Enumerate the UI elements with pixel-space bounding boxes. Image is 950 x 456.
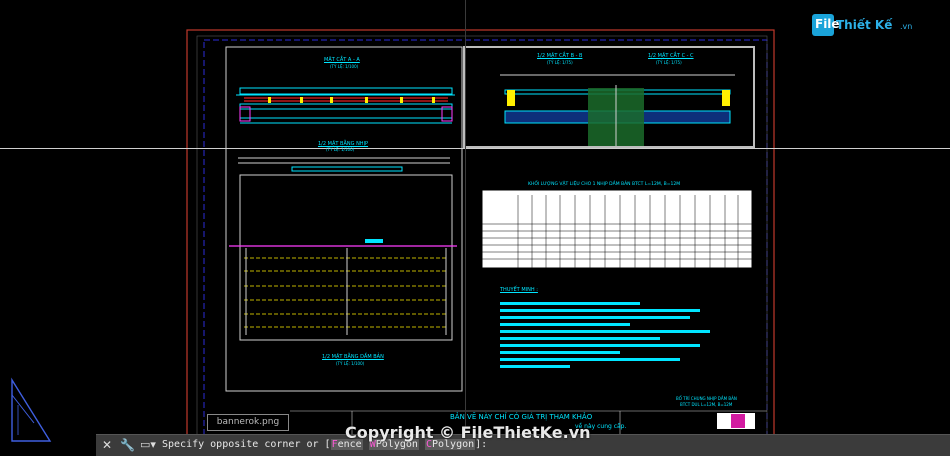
copyright-watermark: Copyright © FileThietKe.vn	[345, 423, 591, 442]
table-title: KHỐI LƯỢNG VẬT LIỆU CHO 1 NHỊP DẦM BẢN B…	[528, 182, 681, 187]
section-cc-scale: (TỶ LỆ: 1/75)	[656, 60, 682, 65]
customize-icon[interactable]: 🔧	[120, 438, 135, 452]
section-bb-title: 1/2 MẶT CẮT B - B	[537, 53, 583, 59]
section-aa-title: MẶT CẮT A - A	[324, 57, 360, 63]
crosshair-horizontal	[0, 148, 950, 149]
titleblock-line-1: BỐ TRÍ CHUNG NHỊP DẦM BẢN	[676, 396, 737, 401]
half-top-scale: (TỶ LỆ: 1/100)	[326, 147, 355, 152]
notes-title: THUYẾT MINH :	[500, 287, 538, 293]
site-logo: File Thiết Kế .vn	[812, 12, 922, 38]
half-plan-scale: (TỶ LỆ: 1/100)	[336, 361, 365, 366]
logo-domain: .vn	[900, 22, 913, 31]
section-cc-title: 1/2 MẶT CẮT C - C	[648, 53, 694, 59]
logo-name: Thiết Kế	[836, 18, 893, 32]
half-plan-title: 1/2 MẶT BẰNG DẦM BẢN	[322, 354, 384, 360]
section-bb-scale: (TỶ LỆ: 1/75)	[547, 60, 573, 65]
drawing-canvas[interactable]	[0, 0, 950, 455]
ucs-icon	[11, 377, 52, 442]
prompt-text: Specify opposite corner or [	[162, 439, 331, 450]
close-icon[interactable]: ✕	[102, 438, 112, 452]
disclaimer: BẢN VẼ NÀY CHỈ CÓ GIÁ TRỊ THAM KHẢO	[450, 413, 593, 421]
command-history-icon[interactable]: ▭▾	[140, 438, 156, 451]
titleblock-line-2: BTCT DUL L=12M, B=12M	[680, 402, 733, 407]
crosshair-vertical	[465, 0, 466, 432]
banner-image: bannerok.png	[207, 414, 289, 431]
section-aa-scale: (TỶ LỆ: 1/100)	[330, 64, 359, 69]
